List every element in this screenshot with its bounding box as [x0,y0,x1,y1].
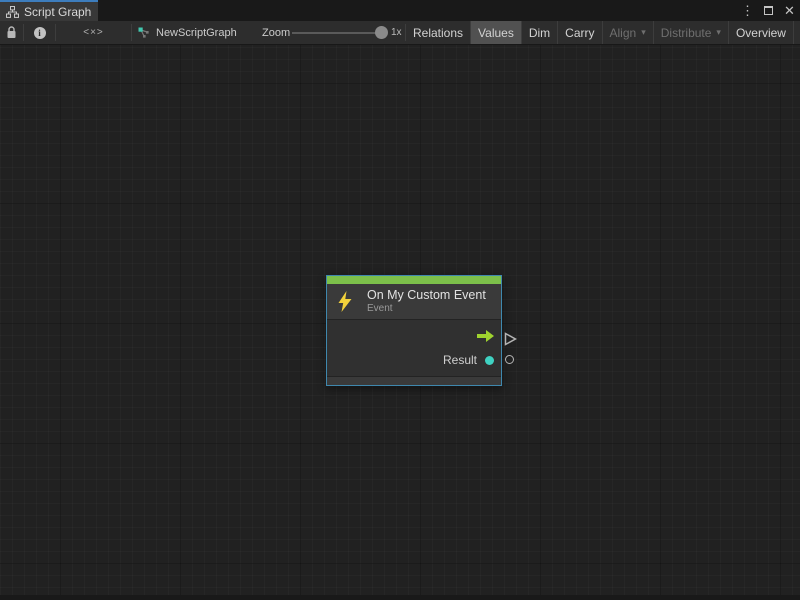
info-icon: i [34,27,46,39]
lightning-bolt-icon [337,291,353,312]
code-preview-button[interactable]: <×> [56,21,131,44]
control-output-row [327,324,501,348]
node-header[interactable]: On My Custom Event Event [327,284,501,320]
node-titles: On My Custom Event Event [367,288,486,315]
tab-title: Script Graph [24,5,91,19]
node-footer [327,376,501,385]
script-graph-window: Script Graph ⋮ ✕ i <×> [0,0,800,600]
node-color-bar [327,276,501,284]
value-output-connector[interactable] [505,355,514,364]
graph-asset-icon [138,27,150,39]
dropdown-distribute[interactable]: Distribute ▾ [654,21,729,44]
button-overview[interactable]: Overview [729,21,794,44]
window-controls: ⋮ ✕ [739,0,798,21]
lock-button[interactable] [0,21,23,44]
node-body: Result [327,320,501,376]
value-port-label: Result [443,353,477,367]
graph-canvas[interactable]: On My Custom Event Event Result [0,45,800,595]
node-title: On My Custom Event [367,288,486,303]
graph-toolbar: i <×> NewScriptGraph Zoom 1x Relations [0,21,800,45]
inspect-button[interactable]: i [24,21,55,44]
button-fullscreen[interactable]: Full Screen [794,21,800,44]
triangle-port-icon [504,332,517,346]
zoom-slider-knob[interactable] [375,26,388,39]
zoom-value: 1x [391,21,402,44]
node-subtitle: Event [367,303,486,315]
node-on-my-custom-event[interactable]: On My Custom Event Event Result [326,275,502,386]
control-output-connector[interactable] [504,332,517,351]
tab-bar: Script Graph ⋮ ✕ [0,0,800,21]
graph-breadcrumb[interactable]: NewScriptGraph [138,21,237,44]
tab-script-graph[interactable]: Script Graph [0,0,98,21]
code-icon: <×> [83,27,104,38]
toggle-values[interactable]: Values [471,21,522,44]
toggle-carry[interactable]: Carry [558,21,602,44]
window-menu-icon[interactable]: ⋮ [739,0,756,21]
value-port-dot[interactable] [485,356,494,365]
maximize-icon[interactable] [760,0,777,21]
window-bottom-edge [0,595,800,600]
zoom-label: Zoom [262,21,290,44]
value-output-row: Result [327,348,501,372]
toggle-relations[interactable]: Relations [406,21,471,44]
chevron-down-icon: ▾ [716,27,721,38]
toggle-dim[interactable]: Dim [522,21,558,44]
graph-name: NewScriptGraph [156,27,237,39]
toolbar-toggle-group: Relations Values Dim Carry Align ▾ Distr… [406,21,800,44]
chevron-down-icon: ▾ [641,27,646,38]
zoom-slider-track[interactable] [292,32,380,34]
control-flow-arrow-icon[interactable] [477,330,494,342]
dropdown-align[interactable]: Align ▾ [603,21,654,44]
lock-icon [6,26,17,39]
graph-hierarchy-icon [6,6,19,18]
close-icon[interactable]: ✕ [781,0,798,21]
